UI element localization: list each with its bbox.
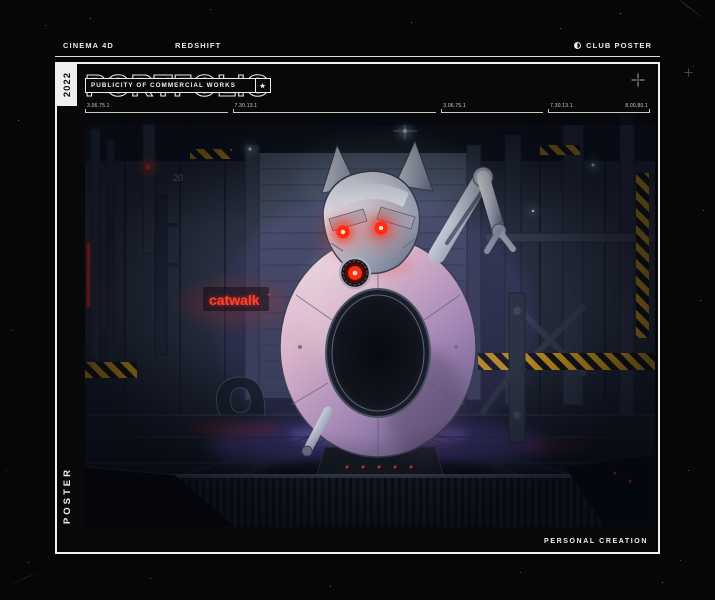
ruler-mark: 3.06.75.1 (87, 103, 110, 109)
badge-text: PUBLICITY OF COMMERCIAL WORKS (91, 82, 236, 89)
half-circle-icon (574, 42, 582, 49)
ruler-mark: 3.06.75.1 (443, 103, 466, 109)
vignette-overlay (85, 115, 655, 527)
ruler-mark: 7.30.13.1 (234, 103, 258, 109)
club-poster-group: CLUB POSTER (574, 41, 652, 50)
redshift-label: REDSHIFT (175, 41, 222, 50)
ruler: 3.06.75.1 7.30.13.1 3.06.75.1 7.30.13.1 … (85, 103, 651, 113)
header-divider-line (55, 56, 660, 57)
background-star-specks (0, 0, 1, 1)
outer-plus-icon (684, 68, 693, 77)
ruler-segment: 3.06.75.1 (85, 103, 228, 113)
top-header-row: CINEMA 4D REDSHIFT CLUB POSTER (63, 41, 652, 52)
background-scratch (668, 0, 708, 22)
club-poster-label: CLUB POSTER (586, 41, 652, 50)
badge-star-icon: ★ (255, 79, 270, 92)
year-box: 2022 (57, 64, 77, 106)
poster-frame: 2022 POSTER PORTFOLIO PUBLICITY OF COMME… (55, 62, 660, 554)
title-block: PORTFOLIO PUBLICITY OF COMMERCIAL WORKS … (84, 67, 295, 104)
crosshair-icon (631, 73, 645, 87)
year-vertical-label: 2022 (61, 72, 73, 98)
ruler-segment: 3.06.75.1 (441, 103, 544, 113)
cinema4d-label: CINEMA 4D (63, 41, 114, 50)
personal-creation-label: PERSONAL CREATION (544, 538, 648, 545)
background-scratch (7, 570, 41, 587)
poster-vertical-box: POSTER (57, 452, 77, 540)
artwork-area: 20 9 catwalk catwalk + (85, 115, 655, 527)
poster-vertical-label: POSTER (61, 467, 73, 525)
ruler-mark: 7.30.13.1 (550, 103, 573, 109)
ruler-mark: 8.00.80.1 (625, 103, 649, 109)
title-badge: PUBLICITY OF COMMERCIAL WORKS ★ (85, 78, 271, 93)
ruler-segment: 7.30.13.1 (232, 103, 437, 113)
artwork-render: 20 9 catwalk catwalk + (85, 115, 655, 527)
ruler-segment: 7.30.13.1 8.00.80.1 (548, 103, 651, 113)
